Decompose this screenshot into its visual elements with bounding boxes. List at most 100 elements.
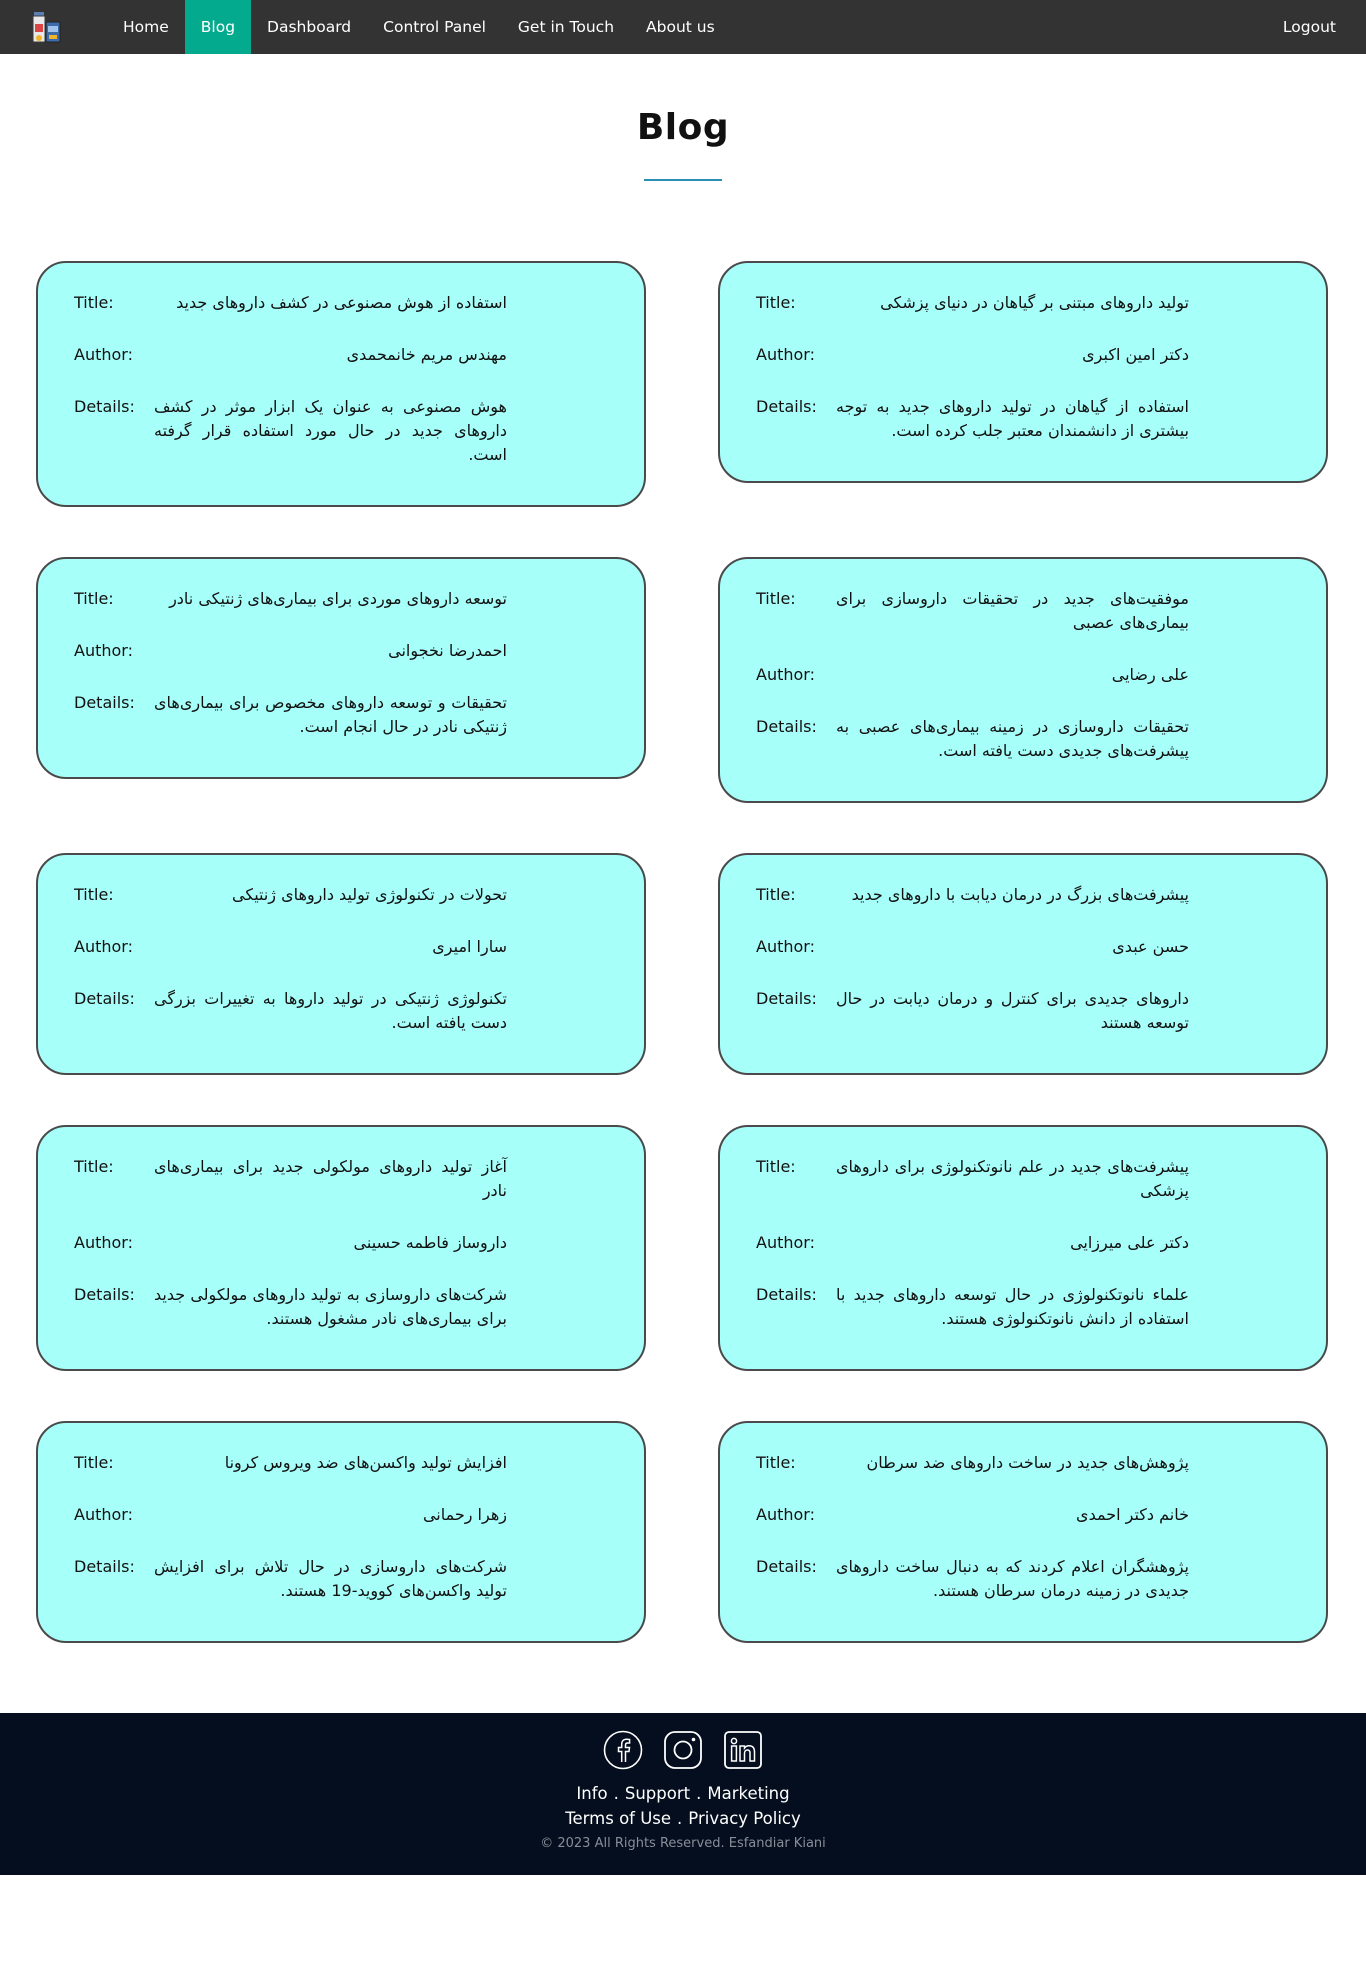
post-details-row: Details: هوش مصنوعی به عنوان یک ابزار موث… xyxy=(74,395,644,467)
post-details-label: Details: xyxy=(756,989,817,1008)
nav-item-dashboard[interactable]: Dashboard xyxy=(251,0,367,54)
post-author: خانم دکتر احمدی xyxy=(1076,1505,1189,1524)
post-details: شرکت‌های داروسازی در حال تلاش برای افزای… xyxy=(154,1557,507,1600)
nav-item-home[interactable]: Home xyxy=(107,0,185,54)
post-details: تحقیقات داروسازی در زمینه بیماری‌های عصب… xyxy=(836,717,1189,760)
post-author-label: Author: xyxy=(756,1505,815,1524)
post-title-label: Title: xyxy=(74,589,114,608)
post-title-row: Title: تولید داروهای مبتنی بر گیاهان در د… xyxy=(756,291,1326,315)
nav-item-blog[interactable]: Blog xyxy=(184,0,252,54)
social-links xyxy=(603,1730,763,1770)
blog-post-card: Title: پیشرفت‌های بزرگ در درمان دیابت با … xyxy=(718,853,1328,1075)
nav-menu: Home Blog Dashboard Control Panel Get in Tou… xyxy=(107,0,731,54)
post-title: موفقیت‌های جدید در تحقیقات داروسازی برای… xyxy=(836,589,1189,632)
post-author: داروساز فاطمه حسینی xyxy=(353,1233,507,1252)
footer-support-link[interactable]: Support xyxy=(625,1784,690,1803)
post-details: تحقیقات و توسعه داروهای مخصوص برای بیمار… xyxy=(154,693,507,736)
post-title-row: Title: موفقیت‌های جدید در تحقیقات داروساز… xyxy=(756,587,1326,635)
post-details-label: Details: xyxy=(74,989,135,1008)
post-details-row: Details: استفاده از گیاهان در تولید داروه… xyxy=(756,395,1326,443)
blog-post-grid: Title: استفاده از هوش مصنوعی در کشف داروه… xyxy=(36,261,1366,1643)
post-details-label: Details: xyxy=(756,1285,817,1304)
post-author: زهرا رحمانی xyxy=(422,1505,507,1524)
post-title-row: Title: افزایش تولید واکسن‌های ضد ویروس کر… xyxy=(74,1451,644,1475)
post-title-row: Title: پژوهش‌های جدید در ساخت داروهای ضد … xyxy=(756,1451,1326,1475)
post-details-row: Details: تکنولوژی ژنتیکی در تولید داروها … xyxy=(74,987,644,1035)
footer-separator: . xyxy=(677,1809,683,1828)
post-author-row: Author: دکتر علی میرزایی xyxy=(756,1231,1326,1255)
post-details: پژوهشگران اعلام کردند که به دنبال ساخت د… xyxy=(836,1557,1189,1600)
post-title-label: Title: xyxy=(756,885,796,904)
post-details-row: Details: پژوهشگران اعلام کردند که به دنبا… xyxy=(756,1555,1326,1603)
post-details: شرکت‌های داروسازی به تولید داروهای مولکو… xyxy=(154,1285,507,1328)
post-details-label: Details: xyxy=(74,397,135,416)
post-title-row: Title: تحولات در تکنولوژی تولید داروهای ژ… xyxy=(74,883,644,907)
post-title: توسعه داروهای موردی برای بیماری‌های ژنتی… xyxy=(169,589,507,608)
nav-item-control-panel[interactable]: Control Panel xyxy=(367,0,502,54)
blog-post-card: Title: استفاده از هوش مصنوعی در کشف داروه… xyxy=(36,261,646,507)
post-title-row: Title: آغاز تولید داروهای مولکولی جدید بر… xyxy=(74,1155,644,1203)
post-title: تولید داروهای مبتنی بر گیاهان در دنیای پ… xyxy=(880,293,1189,312)
post-details-label: Details: xyxy=(756,397,817,416)
blog-post-card: Title: آغاز تولید داروهای مولکولی جدید بر… xyxy=(36,1125,646,1371)
footer-links-primary: Info. Support. Marketing xyxy=(576,1784,789,1803)
linkedin-icon[interactable] xyxy=(723,1730,763,1770)
post-author-label: Author: xyxy=(74,345,133,364)
post-author: علی رضایی xyxy=(1111,665,1189,684)
post-details: هوش مصنوعی به عنوان یک ابزار موثر در کشف… xyxy=(154,397,507,464)
pharmacy-logo-icon xyxy=(32,12,61,43)
post-author-row: Author: احمدرضا نخجوانی xyxy=(74,639,644,663)
page-title: Blog xyxy=(636,107,730,148)
title-underline xyxy=(644,179,722,181)
blog-post-card: Title: تولید داروهای مبتنی بر گیاهان در د… xyxy=(718,261,1328,483)
blog-post-card: Title: افزایش تولید واکسن‌های ضد ویروس کر… xyxy=(36,1421,646,1643)
post-author-label: Author: xyxy=(74,641,133,660)
post-title: پیشرفت‌های بزرگ در درمان دیابت با داروها… xyxy=(851,885,1189,904)
post-author-label: Author: xyxy=(756,665,815,684)
post-title: افزایش تولید واکسن‌های ضد ویروس کرونا xyxy=(224,1453,507,1472)
post-details-row: Details: علماء نانوتکنولوژی در حال توسعه … xyxy=(756,1283,1326,1331)
post-title-label: Title: xyxy=(756,293,796,312)
post-details-label: Details: xyxy=(756,1557,817,1576)
instagram-icon[interactable] xyxy=(663,1730,703,1770)
post-title-row: Title: پیشرفت‌های بزرگ در درمان دیابت با … xyxy=(756,883,1326,907)
post-details-row: Details: داروهای جدیدی برای کنترل و درمان… xyxy=(756,987,1326,1035)
post-author: دکتر امین اکبری xyxy=(1082,345,1189,364)
post-details-row: Details: شرکت‌های داروسازی در حال تلاش بر… xyxy=(74,1555,644,1603)
footer-terms-of-use-link[interactable]: Terms of Use xyxy=(565,1809,671,1828)
post-author-label: Author: xyxy=(756,937,815,956)
blog-post-card: Title: پیشرفت‌های جدید در علم نانوتکنولوژ… xyxy=(718,1125,1328,1371)
post-title: آغاز تولید داروهای مولکولی جدید برای بیم… xyxy=(154,1157,507,1200)
post-author-label: Author: xyxy=(756,345,815,364)
footer-marketing-link[interactable]: Marketing xyxy=(707,1784,789,1803)
blog-post-card: Title: توسعه داروهای موردی برای بیماری‌ها… xyxy=(36,557,646,779)
footer-info-link[interactable]: Info xyxy=(576,1784,607,1803)
post-details-row: Details: تحقیقات داروسازی در زمینه بیماری… xyxy=(756,715,1326,763)
facebook-icon[interactable] xyxy=(603,1730,643,1770)
post-author-label: Author: xyxy=(74,1505,133,1524)
post-title-label: Title: xyxy=(756,1453,796,1472)
post-author-row: Author: دکتر امین اکبری xyxy=(756,343,1326,367)
nav-item-about-us[interactable]: About us xyxy=(630,0,731,54)
post-author: حسن عبدی xyxy=(1112,937,1189,956)
logout-link[interactable]: Logout xyxy=(1283,0,1336,54)
post-details-row: Details: تحقیقات و توسعه داروهای مخصوص بر… xyxy=(74,691,644,739)
blog-post-card: Title: موفقیت‌های جدید در تحقیقات داروساز… xyxy=(718,557,1328,803)
app-logo[interactable] xyxy=(28,0,96,54)
post-title-row: Title: توسعه داروهای موردی برای بیماری‌ها… xyxy=(74,587,644,611)
post-author-label: Author: xyxy=(756,1233,815,1252)
post-details-label: Details: xyxy=(74,693,135,712)
post-title: پژوهش‌های جدید در ساخت داروهای ضد سرطان xyxy=(866,1453,1189,1472)
post-title-label: Title: xyxy=(756,1157,796,1176)
footer-links-legal: Terms of Use. Privacy Policy xyxy=(565,1809,801,1828)
post-author-row: Author: سارا امیری xyxy=(74,935,644,959)
post-title-label: Title: xyxy=(74,885,114,904)
post-details-label: Details: xyxy=(756,717,817,736)
nav-item-get-in-touch[interactable]: Get in Touch xyxy=(502,0,630,54)
post-details: تکنولوژی ژنتیکی در تولید داروها به تغییر… xyxy=(154,989,507,1032)
footer-privacy-policy-link[interactable]: Privacy Policy xyxy=(688,1809,800,1828)
post-title-row: Title: استفاده از هوش مصنوعی در کشف داروه… xyxy=(74,291,644,315)
post-author: سارا امیری xyxy=(432,937,507,956)
post-author-row: Author: حسن عبدی xyxy=(756,935,1326,959)
post-details-label: Details: xyxy=(74,1285,135,1304)
